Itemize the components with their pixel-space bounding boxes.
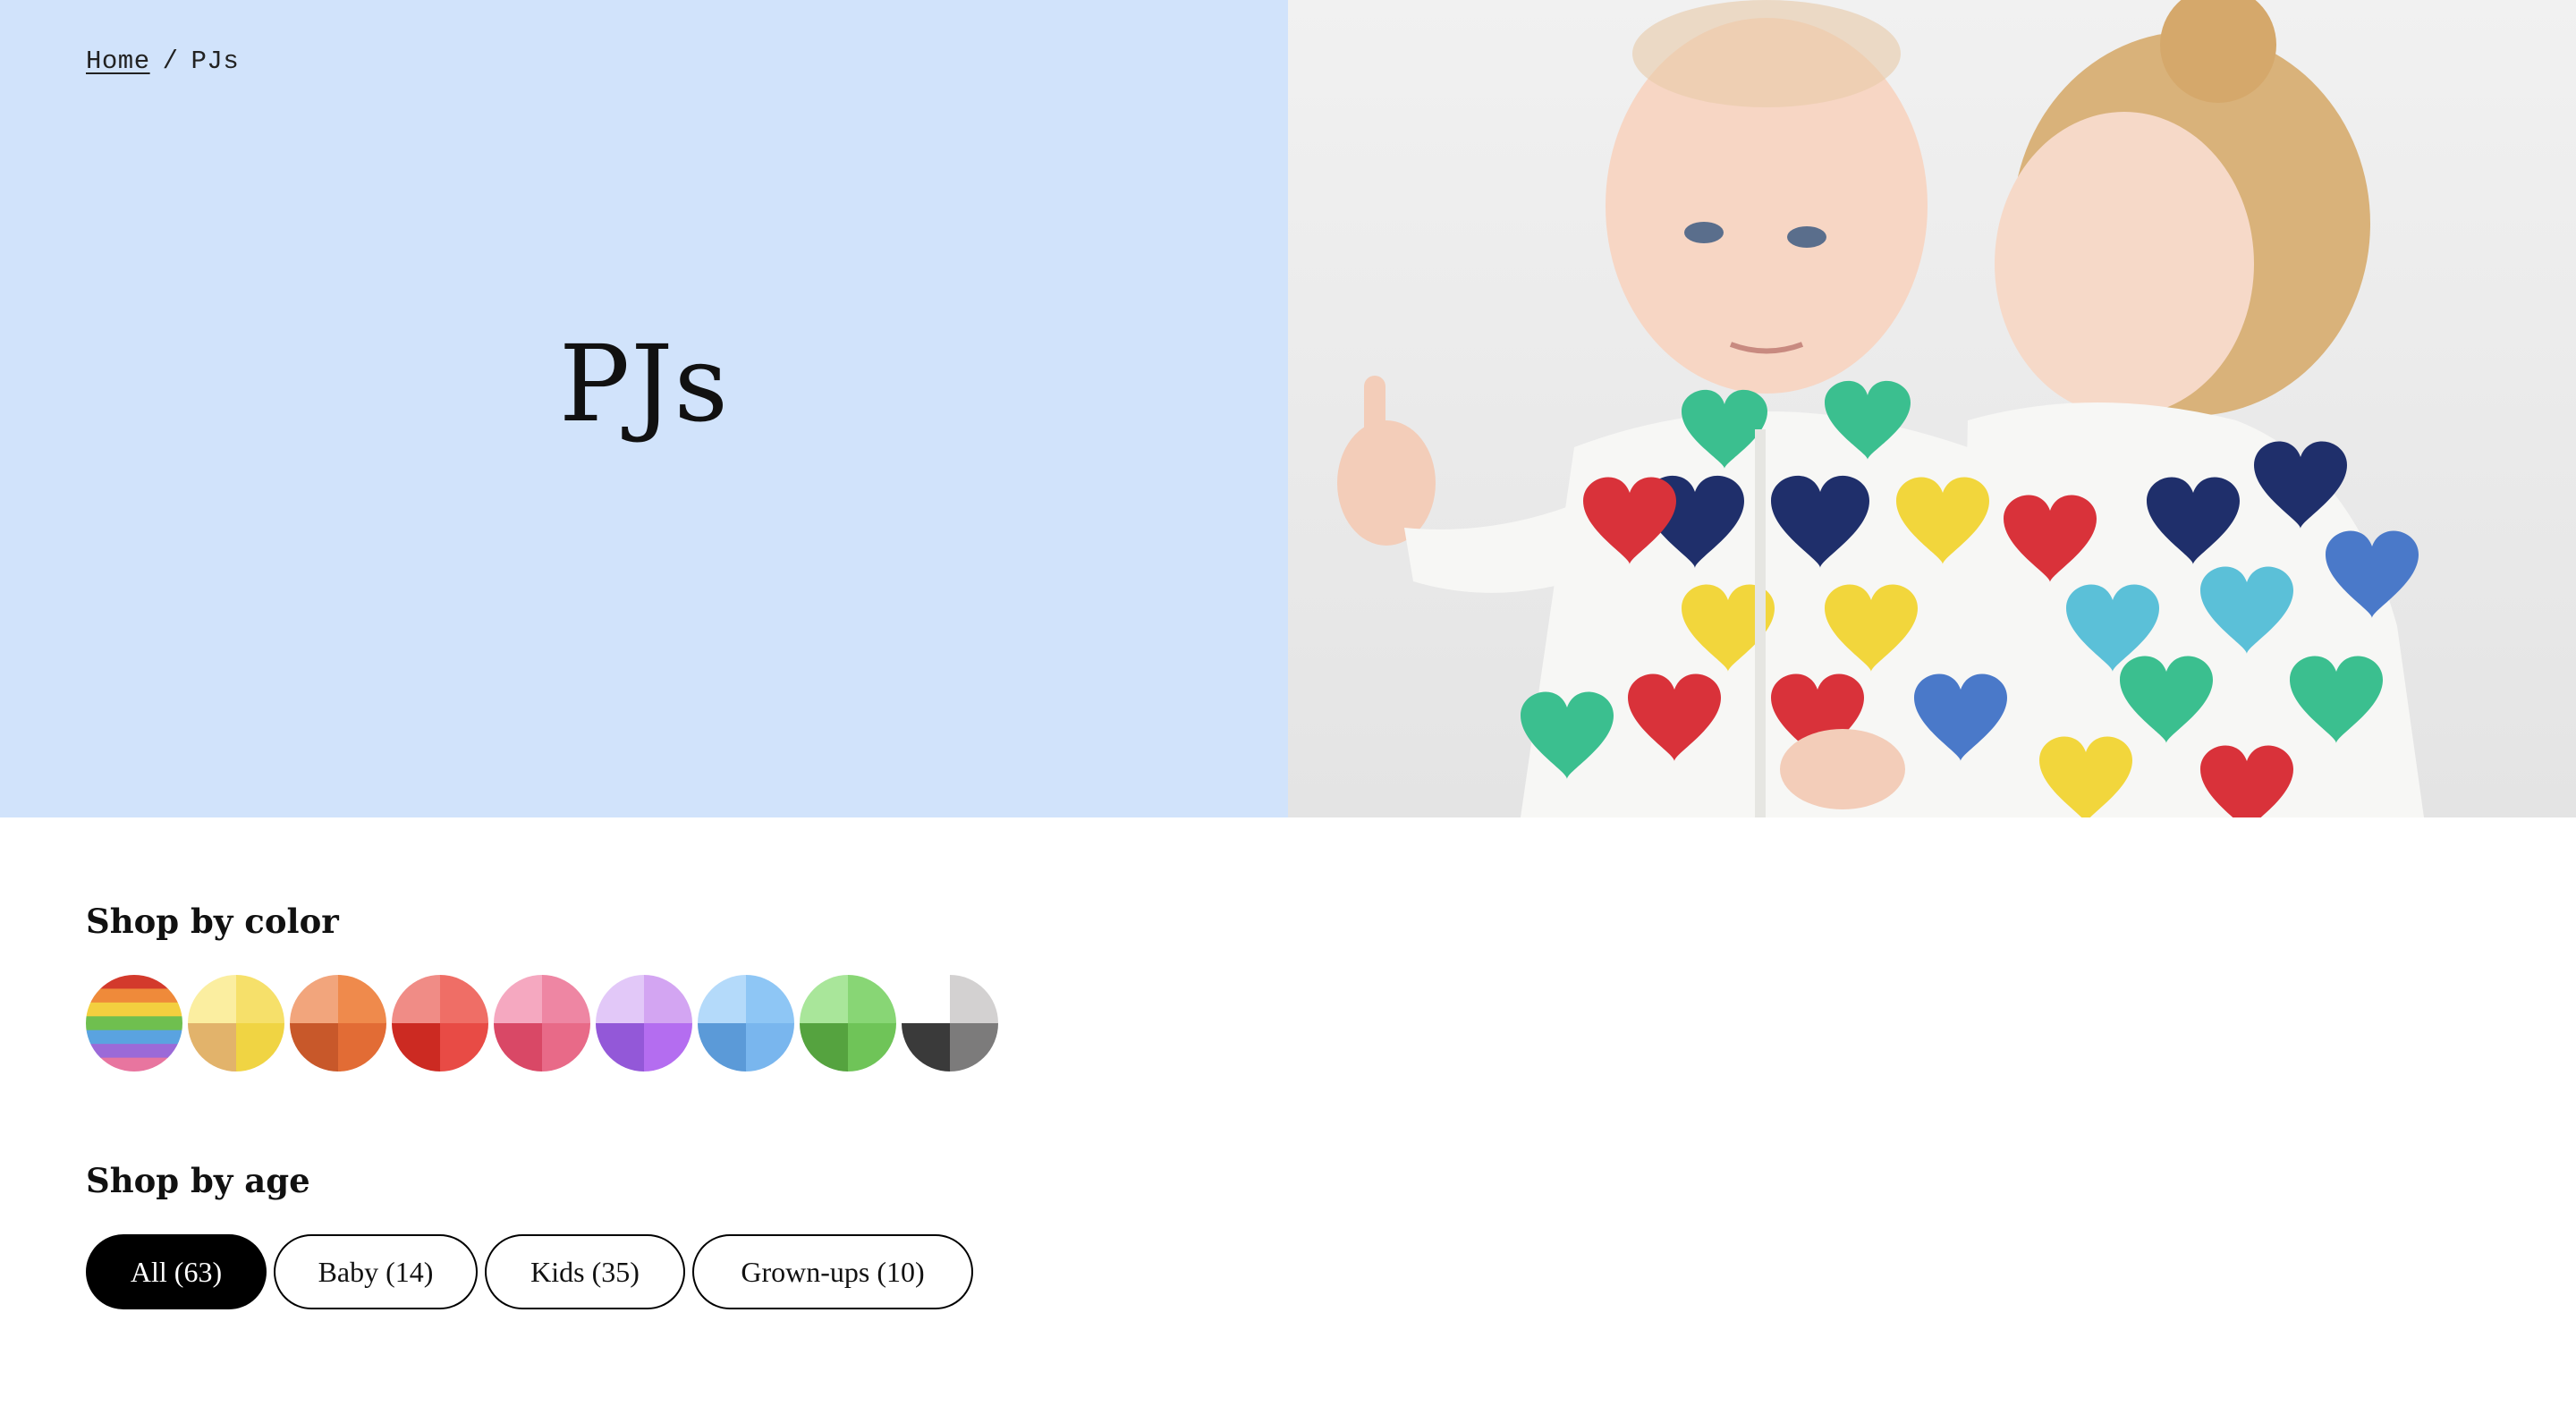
- page-title: PJs: [558, 322, 730, 445]
- age-filter-grown-ups[interactable]: Grown-ups (10): [692, 1234, 973, 1309]
- breadcrumb-home-link[interactable]: Home: [86, 47, 150, 76]
- color-swatch-yellow[interactable]: [188, 975, 284, 1071]
- age-filter-all[interactable]: All (63): [86, 1234, 267, 1309]
- hero-banner: Home / PJs PJs: [0, 0, 2576, 817]
- color-swatch-red[interactable]: [392, 975, 488, 1071]
- color-swatch-orange[interactable]: [290, 975, 386, 1071]
- breadcrumb-current: PJs: [191, 47, 240, 76]
- color-swatch-rainbow[interactable]: [86, 975, 182, 1071]
- hero-image: [1288, 0, 2576, 817]
- age-filter-kids[interactable]: Kids (35): [485, 1234, 685, 1309]
- color-swatch-purple[interactable]: [596, 975, 692, 1071]
- color-swatch-green[interactable]: [800, 975, 896, 1071]
- shop-by-age-heading: Shop by age: [86, 1161, 310, 1200]
- hero-photo-illustration: [1288, 0, 2576, 817]
- hero-text-panel: Home / PJs PJs: [0, 0, 1288, 817]
- color-swatch-blue[interactable]: [698, 975, 794, 1071]
- shop-by-color-heading: Shop by color: [86, 902, 339, 941]
- breadcrumb: Home / PJs: [86, 47, 239, 76]
- breadcrumb-separator: /: [162, 47, 179, 76]
- color-swatch-black-gray[interactable]: [902, 975, 998, 1071]
- age-filter-baby[interactable]: Baby (14): [274, 1234, 478, 1309]
- color-swatch-pink[interactable]: [494, 975, 590, 1071]
